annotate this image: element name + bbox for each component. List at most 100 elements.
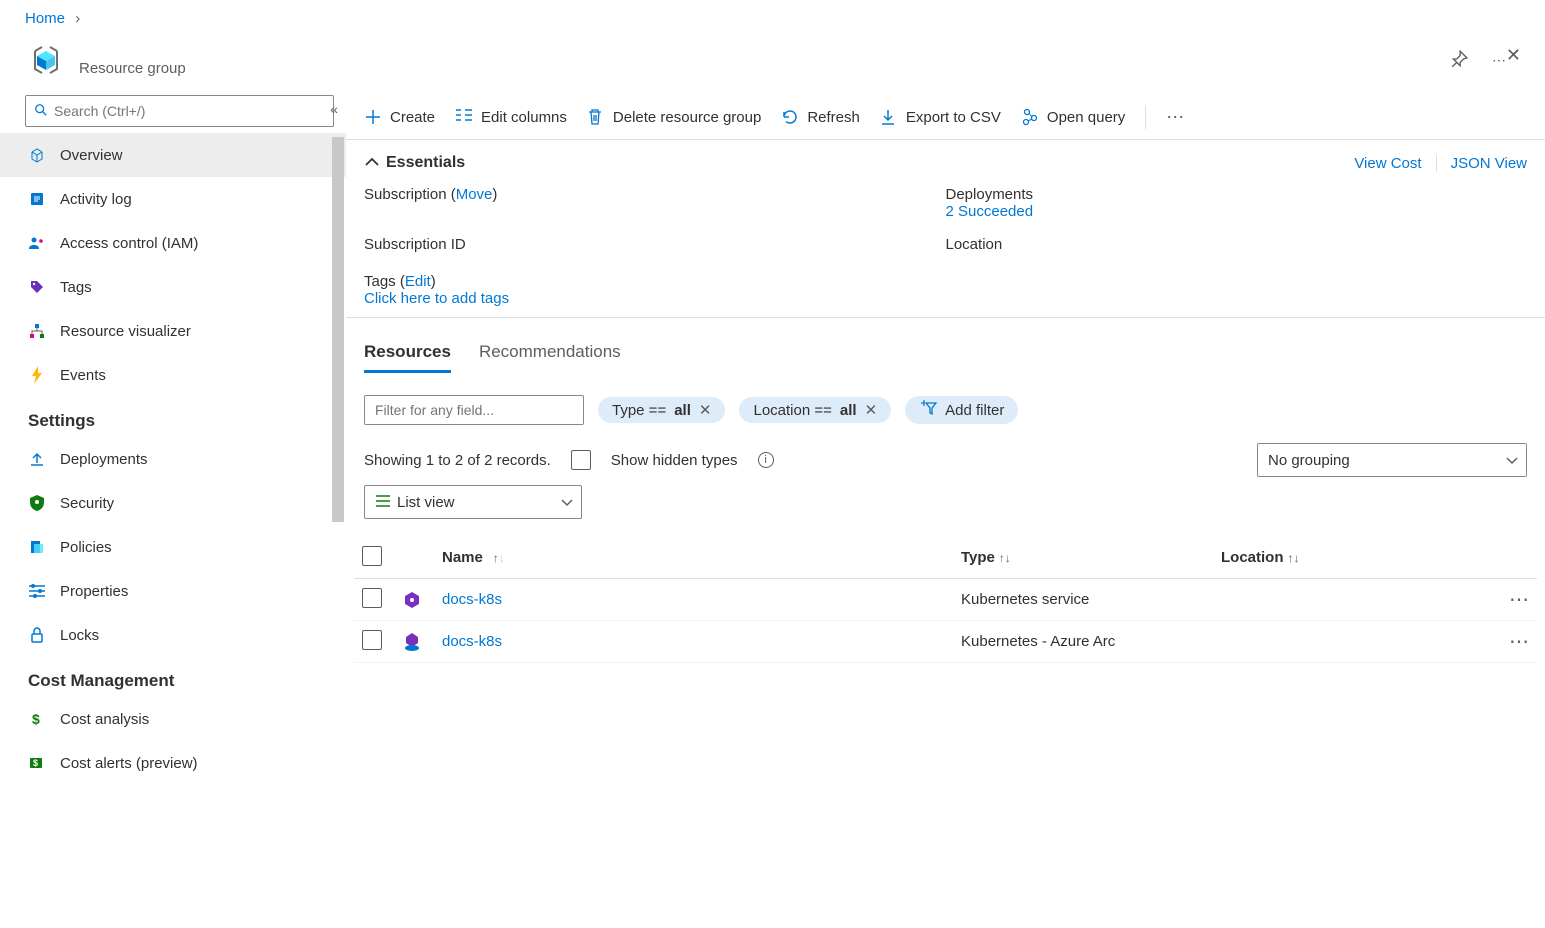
resource-name-link[interactable]: docs-k8s bbox=[442, 591, 961, 608]
column-location[interactable]: Location↑↓ bbox=[1221, 549, 1481, 566]
select-all-checkbox[interactable] bbox=[362, 546, 382, 566]
sidebar-item-label: Events bbox=[60, 367, 106, 384]
sidebar-item-properties[interactable]: Properties bbox=[0, 569, 346, 613]
sidebar: « Overview Activity log Access control (… bbox=[0, 95, 346, 928]
chevron-up-icon[interactable] bbox=[364, 155, 380, 171]
sidebar-section-cost: Cost Management bbox=[0, 657, 346, 697]
sidebar-item-cost-analysis[interactable]: $ Cost analysis bbox=[0, 697, 346, 741]
sidebar-item-label: Security bbox=[60, 495, 114, 512]
policy-icon bbox=[28, 538, 46, 556]
sidebar-item-locks[interactable]: Locks bbox=[0, 613, 346, 657]
row-more-icon[interactable]: ⋯ bbox=[1481, 629, 1529, 654]
sidebar-item-label: Cost alerts (preview) bbox=[60, 755, 198, 772]
kubernetes-icon bbox=[402, 590, 422, 610]
edit-columns-label: Edit columns bbox=[481, 109, 567, 126]
close-icon[interactable]: ✕ bbox=[865, 401, 878, 419]
sidebar-item-cost-alerts[interactable]: $ Cost alerts (preview) bbox=[0, 741, 346, 785]
sidebar-item-label: Tags bbox=[60, 279, 92, 296]
sidebar-item-label: Resource visualizer bbox=[60, 323, 191, 340]
sidebar-item-label: Activity log bbox=[60, 191, 132, 208]
column-type[interactable]: Type↑↓ bbox=[961, 549, 1221, 566]
row-more-icon[interactable]: ⋯ bbox=[1481, 587, 1529, 612]
sidebar-item-label: Cost analysis bbox=[60, 711, 149, 728]
grouping-select[interactable]: No grouping bbox=[1257, 443, 1527, 477]
query-icon bbox=[1021, 108, 1039, 126]
deployments-value[interactable]: 2 Succeeded bbox=[946, 203, 1528, 220]
add-tags-link[interactable]: Click here to add tags bbox=[364, 290, 1527, 307]
filter-input[interactable] bbox=[364, 395, 584, 425]
toolbar-more-icon[interactable]: ⋯ bbox=[1166, 107, 1184, 128]
properties-icon bbox=[28, 582, 46, 600]
open-query-button[interactable]: Open query bbox=[1021, 108, 1125, 126]
show-hidden-checkbox[interactable] bbox=[571, 450, 591, 470]
deployments-field: Deployments 2 Succeeded bbox=[946, 186, 1528, 220]
kubernetes-arc-icon bbox=[402, 632, 422, 652]
location-label: Location bbox=[946, 236, 1528, 253]
hierarchy-icon bbox=[28, 322, 46, 340]
sidebar-item-deployments[interactable]: Deployments bbox=[0, 437, 346, 481]
refresh-label: Refresh bbox=[807, 109, 860, 126]
sidebar-item-security[interactable]: Security bbox=[0, 481, 346, 525]
sidebar-item-policies[interactable]: Policies bbox=[0, 525, 346, 569]
view-cost-link[interactable]: View Cost bbox=[1354, 155, 1421, 172]
sort-icon: ↑↓ bbox=[493, 551, 505, 565]
refresh-button[interactable]: Refresh bbox=[781, 108, 860, 126]
filter-pill-type[interactable]: Type == all ✕ bbox=[598, 397, 725, 423]
subscription-id-label: Subscription ID bbox=[364, 236, 946, 253]
search-input[interactable] bbox=[54, 103, 325, 119]
close-icon[interactable]: ✕ bbox=[699, 401, 712, 419]
json-view-link[interactable]: JSON View bbox=[1451, 155, 1527, 172]
table-header: Name↑↓ Type↑↓ Location↑↓ bbox=[354, 537, 1537, 579]
create-label: Create bbox=[390, 109, 435, 126]
edit-tags-link[interactable]: Edit bbox=[405, 273, 431, 290]
chevron-down-icon bbox=[561, 494, 573, 511]
column-name[interactable]: Name↑↓ bbox=[442, 549, 961, 566]
sidebar-item-activity-log[interactable]: Activity log bbox=[0, 177, 346, 221]
content-tabs: Resources Recommendations bbox=[364, 342, 1527, 373]
add-filter-button[interactable]: Add filter bbox=[905, 396, 1018, 424]
page-header: Resource group ⋯ bbox=[0, 33, 1545, 95]
sidebar-item-label: Properties bbox=[60, 583, 128, 600]
pin-icon[interactable] bbox=[1446, 46, 1472, 75]
download-icon bbox=[880, 108, 898, 126]
shield-icon bbox=[28, 494, 46, 512]
view-select[interactable]: List view bbox=[364, 485, 582, 519]
export-button[interactable]: Export to CSV bbox=[880, 108, 1001, 126]
row-checkbox[interactable] bbox=[362, 630, 382, 650]
close-icon[interactable]: ✕ bbox=[1506, 45, 1521, 66]
row-checkbox[interactable] bbox=[362, 588, 382, 608]
svg-text:$: $ bbox=[33, 758, 38, 768]
tab-recommendations[interactable]: Recommendations bbox=[479, 342, 621, 373]
add-filter-icon bbox=[919, 400, 937, 420]
essentials-panel: Essentials View Cost JSON View Subscript… bbox=[346, 140, 1545, 318]
content: ✕ Create Edit columns Delete resource gr… bbox=[346, 95, 1545, 928]
sidebar-section-settings: Settings bbox=[0, 397, 346, 437]
sidebar-scrollbar[interactable] bbox=[330, 137, 346, 928]
tab-resources[interactable]: Resources bbox=[364, 342, 451, 373]
info-icon[interactable]: i bbox=[758, 452, 774, 468]
records-row: Showing 1 to 2 of 2 records. Show hidden… bbox=[364, 443, 1527, 477]
breadcrumb-home[interactable]: Home bbox=[25, 10, 65, 27]
delete-button[interactable]: Delete resource group bbox=[587, 108, 761, 126]
sidebar-item-events[interactable]: Events bbox=[0, 353, 346, 397]
sidebar-search[interactable] bbox=[25, 95, 334, 127]
sidebar-item-access-control[interactable]: Access control (IAM) bbox=[0, 221, 346, 265]
breadcrumb: Home › bbox=[0, 0, 1545, 33]
create-button[interactable]: Create bbox=[364, 108, 435, 126]
resource-name-link[interactable]: docs-k8s bbox=[442, 633, 961, 650]
open-query-label: Open query bbox=[1047, 109, 1125, 126]
filter-pill-location[interactable]: Location == all ✕ bbox=[739, 397, 891, 423]
collapse-sidebar-icon[interactable]: « bbox=[330, 101, 338, 117]
sidebar-item-resource-visualizer[interactable]: Resource visualizer bbox=[0, 309, 346, 353]
resource-group-icon bbox=[25, 39, 67, 81]
sidebar-item-overview[interactable]: Overview bbox=[0, 133, 346, 177]
tags-field: Tags (Edit) Click here to add tags bbox=[364, 273, 1527, 307]
chevron-down-icon bbox=[1506, 452, 1518, 469]
resources-table: Name↑↓ Type↑↓ Location↑↓ docs-k8s Kubern… bbox=[354, 537, 1537, 663]
move-link[interactable]: Move bbox=[456, 186, 493, 203]
edit-columns-button[interactable]: Edit columns bbox=[455, 108, 567, 126]
search-icon bbox=[34, 103, 48, 120]
sidebar-item-tags[interactable]: Tags bbox=[0, 265, 346, 309]
filter-row: Type == all ✕ Location == all ✕ Add filt… bbox=[364, 395, 1527, 425]
dollar-icon: $ bbox=[28, 710, 46, 728]
